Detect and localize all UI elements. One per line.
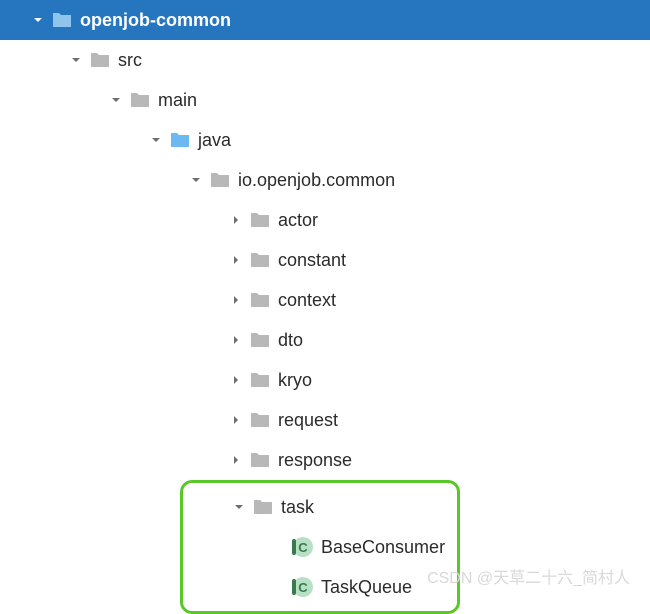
highlight-annotation: task C BaseConsumer C TaskQueue bbox=[180, 480, 460, 614]
tree-item-label: src bbox=[118, 50, 142, 71]
folder-source-icon bbox=[170, 130, 190, 150]
tree-item-label: TaskQueue bbox=[321, 577, 412, 598]
chevron-right-icon[interactable] bbox=[228, 332, 244, 348]
package-icon bbox=[250, 290, 270, 310]
class-icon: C bbox=[293, 577, 313, 597]
chevron-right-icon[interactable] bbox=[228, 292, 244, 308]
tree-item-label: main bbox=[158, 90, 197, 111]
tree-item-label: request bbox=[278, 410, 338, 431]
package-icon bbox=[250, 330, 270, 350]
chevron-right-icon[interactable] bbox=[228, 452, 244, 468]
chevron-down-icon[interactable] bbox=[68, 52, 84, 68]
folder-module-icon bbox=[52, 10, 72, 30]
tree-item-package[interactable]: io.openjob.common bbox=[0, 160, 650, 200]
tree-item-baseconsumer[interactable]: C BaseConsumer bbox=[3, 527, 457, 567]
tree-item-actor[interactable]: actor bbox=[0, 200, 650, 240]
tree-item-label: dto bbox=[278, 330, 303, 351]
chevron-right-icon[interactable] bbox=[228, 412, 244, 428]
tree-item-label: task bbox=[281, 497, 314, 518]
tree-item-label: openjob-common bbox=[80, 10, 231, 31]
package-icon bbox=[250, 410, 270, 430]
chevron-right-icon[interactable] bbox=[228, 212, 244, 228]
chevron-down-icon[interactable] bbox=[231, 499, 247, 515]
package-icon bbox=[250, 450, 270, 470]
tree-item-label: actor bbox=[278, 210, 318, 231]
package-icon bbox=[250, 210, 270, 230]
tree-item-label: constant bbox=[278, 250, 346, 271]
tree-item-main[interactable]: main bbox=[0, 80, 650, 120]
chevron-right-icon[interactable] bbox=[228, 252, 244, 268]
project-tree: openjob-common src main java bbox=[0, 0, 650, 614]
chevron-down-icon[interactable] bbox=[188, 172, 204, 188]
package-icon bbox=[250, 370, 270, 390]
chevron-down-icon[interactable] bbox=[108, 92, 124, 108]
tree-item-kryo[interactable]: kryo bbox=[0, 360, 650, 400]
tree-item-label: io.openjob.common bbox=[238, 170, 395, 191]
tree-item-label: response bbox=[278, 450, 352, 471]
package-icon bbox=[250, 250, 270, 270]
chevron-down-icon[interactable] bbox=[148, 132, 164, 148]
tree-item-context[interactable]: context bbox=[0, 280, 650, 320]
chevron-right-icon[interactable] bbox=[228, 372, 244, 388]
tree-item-taskqueue[interactable]: C TaskQueue bbox=[3, 567, 457, 607]
tree-item-label: java bbox=[198, 130, 231, 151]
folder-icon bbox=[90, 50, 110, 70]
chevron-placeholder bbox=[271, 539, 287, 555]
tree-item-constant[interactable]: constant bbox=[0, 240, 650, 280]
tree-item-label: kryo bbox=[278, 370, 312, 391]
tree-item-java[interactable]: java bbox=[0, 120, 650, 160]
tree-item-task[interactable]: task bbox=[3, 487, 457, 527]
tree-item-src[interactable]: src bbox=[0, 40, 650, 80]
chevron-placeholder bbox=[271, 579, 287, 595]
tree-item-dto[interactable]: dto bbox=[0, 320, 650, 360]
tree-item-root[interactable]: openjob-common bbox=[0, 0, 650, 40]
tree-item-request[interactable]: request bbox=[0, 400, 650, 440]
tree-item-label: BaseConsumer bbox=[321, 537, 445, 558]
package-icon bbox=[253, 497, 273, 517]
tree-item-label: context bbox=[278, 290, 336, 311]
package-icon bbox=[210, 170, 230, 190]
folder-icon bbox=[130, 90, 150, 110]
chevron-down-icon[interactable] bbox=[30, 12, 46, 28]
tree-item-response[interactable]: response bbox=[0, 440, 650, 480]
class-icon: C bbox=[293, 537, 313, 557]
